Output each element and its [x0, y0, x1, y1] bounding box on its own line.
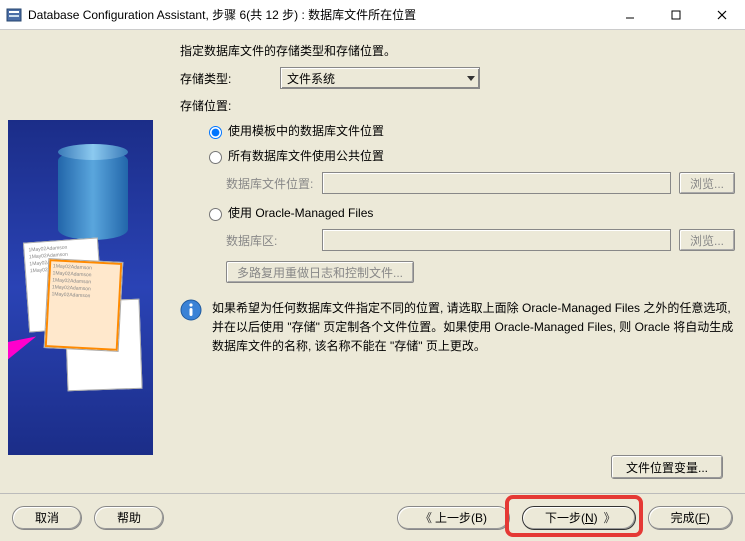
- db-area-input[interactable]: [322, 229, 671, 251]
- window-title: Database Configuration Assistant, 步骤 6(共…: [28, 6, 607, 23]
- chevron-left-icon: 《: [420, 509, 429, 526]
- radio-use-template[interactable]: 使用模板中的数据库文件位置: [204, 122, 735, 139]
- storage-type-select[interactable]: 文件系统: [280, 67, 480, 89]
- radio-use-omf[interactable]: 使用 Oracle-Managed Files: [204, 204, 735, 221]
- next-button[interactable]: 下一步(N)》: [522, 506, 636, 530]
- finish-button[interactable]: 完成(F): [648, 506, 733, 530]
- radio-use-common-input[interactable]: [209, 151, 222, 164]
- browse-button-2[interactable]: 浏览...: [679, 229, 735, 251]
- browse-button-1[interactable]: 浏览...: [679, 172, 735, 194]
- minimize-button[interactable]: [607, 0, 653, 30]
- storage-type-label: 存储类型:: [180, 70, 280, 87]
- footer-bar: 取消 帮助 《上一步(B) 下一步(N)》 完成(F): [0, 493, 745, 541]
- close-button[interactable]: [699, 0, 745, 30]
- app-icon: [6, 7, 22, 23]
- intro-text: 指定数据库文件的存储类型和存储位置。: [180, 42, 735, 59]
- info-text: 如果希望为任何数据库文件指定不同的位置, 请选取上面除 Oracle-Manag…: [212, 299, 735, 357]
- file-location-variables-button[interactable]: 文件位置变量...: [611, 455, 723, 479]
- content-area: 1May02Adamson1May02Adamson1May02Adamson1…: [0, 30, 745, 493]
- db-area-label: 数据库区:: [226, 232, 314, 249]
- help-button[interactable]: 帮助: [94, 506, 164, 530]
- radio-use-template-input[interactable]: [209, 126, 222, 139]
- main-panel: 指定数据库文件的存储类型和存储位置。 存储类型: 文件系统 存储位置: 使用模板…: [180, 42, 735, 487]
- radio-use-omf-input[interactable]: [209, 208, 222, 221]
- maximize-button[interactable]: [653, 0, 699, 30]
- db-file-location-input[interactable]: [322, 172, 671, 194]
- titlebar: Database Configuration Assistant, 步骤 6(共…: [0, 0, 745, 30]
- radio-use-common[interactable]: 所有数据库文件使用公共位置: [204, 147, 735, 164]
- back-button[interactable]: 《上一步(B): [397, 506, 510, 530]
- info-block: 如果希望为任何数据库文件指定不同的位置, 请选取上面除 Oracle-Manag…: [180, 299, 735, 357]
- arrow-icon: [8, 327, 40, 362]
- db-file-location-label: 数据库文件位置:: [226, 175, 314, 192]
- info-icon: [180, 299, 202, 321]
- multiplex-button[interactable]: 多路复用重做日志和控制文件...: [226, 261, 414, 283]
- chevron-right-icon: 》: [604, 509, 613, 526]
- cancel-button[interactable]: 取消: [12, 506, 82, 530]
- wizard-sidebar-image: 1May02Adamson1May02Adamson1May02Adamson1…: [8, 120, 153, 455]
- storage-type-value: 文件系统: [287, 70, 335, 87]
- storage-location-label: 存储位置:: [180, 97, 735, 114]
